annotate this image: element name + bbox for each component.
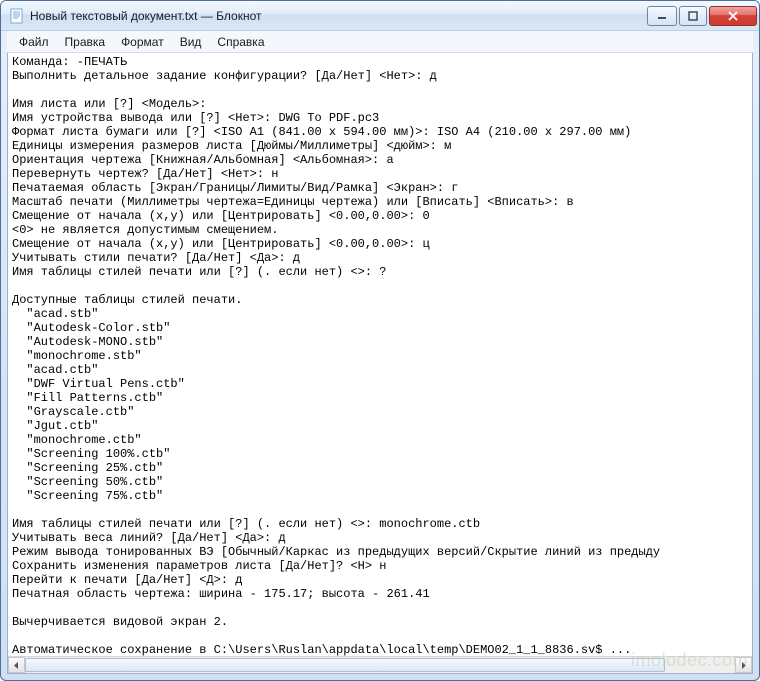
maximize-button[interactable] — [679, 6, 707, 26]
scroll-left-button[interactable] — [8, 657, 25, 673]
menu-file[interactable]: Файл — [11, 33, 57, 51]
window-controls — [645, 6, 757, 26]
horizontal-scrollbar[interactable] — [8, 656, 752, 673]
menu-help[interactable]: Справка — [209, 33, 272, 51]
scroll-h-track[interactable] — [25, 657, 735, 673]
close-button[interactable] — [709, 6, 757, 26]
app-icon — [9, 8, 25, 24]
minimize-button[interactable] — [647, 6, 677, 26]
notepad-window: Новый текстовый документ.txt — Блокнот Ф… — [0, 0, 760, 681]
content-frame: Команда: -ПЕЧАТЬ Выполнить детальное зад… — [7, 53, 753, 674]
menu-edit[interactable]: Правка — [57, 33, 114, 51]
scroll-h-thumb[interactable] — [25, 658, 665, 672]
menubar: Файл Правка Формат Вид Справка — [7, 31, 753, 53]
text-area[interactable]: Команда: -ПЕЧАТЬ Выполнить детальное зад… — [8, 53, 752, 656]
menu-view[interactable]: Вид — [172, 33, 210, 51]
menu-format[interactable]: Формат — [113, 33, 172, 51]
scroll-right-button[interactable] — [735, 657, 752, 673]
titlebar[interactable]: Новый текстовый документ.txt — Блокнот — [1, 1, 759, 31]
window-title: Новый текстовый документ.txt — Блокнот — [30, 9, 645, 23]
